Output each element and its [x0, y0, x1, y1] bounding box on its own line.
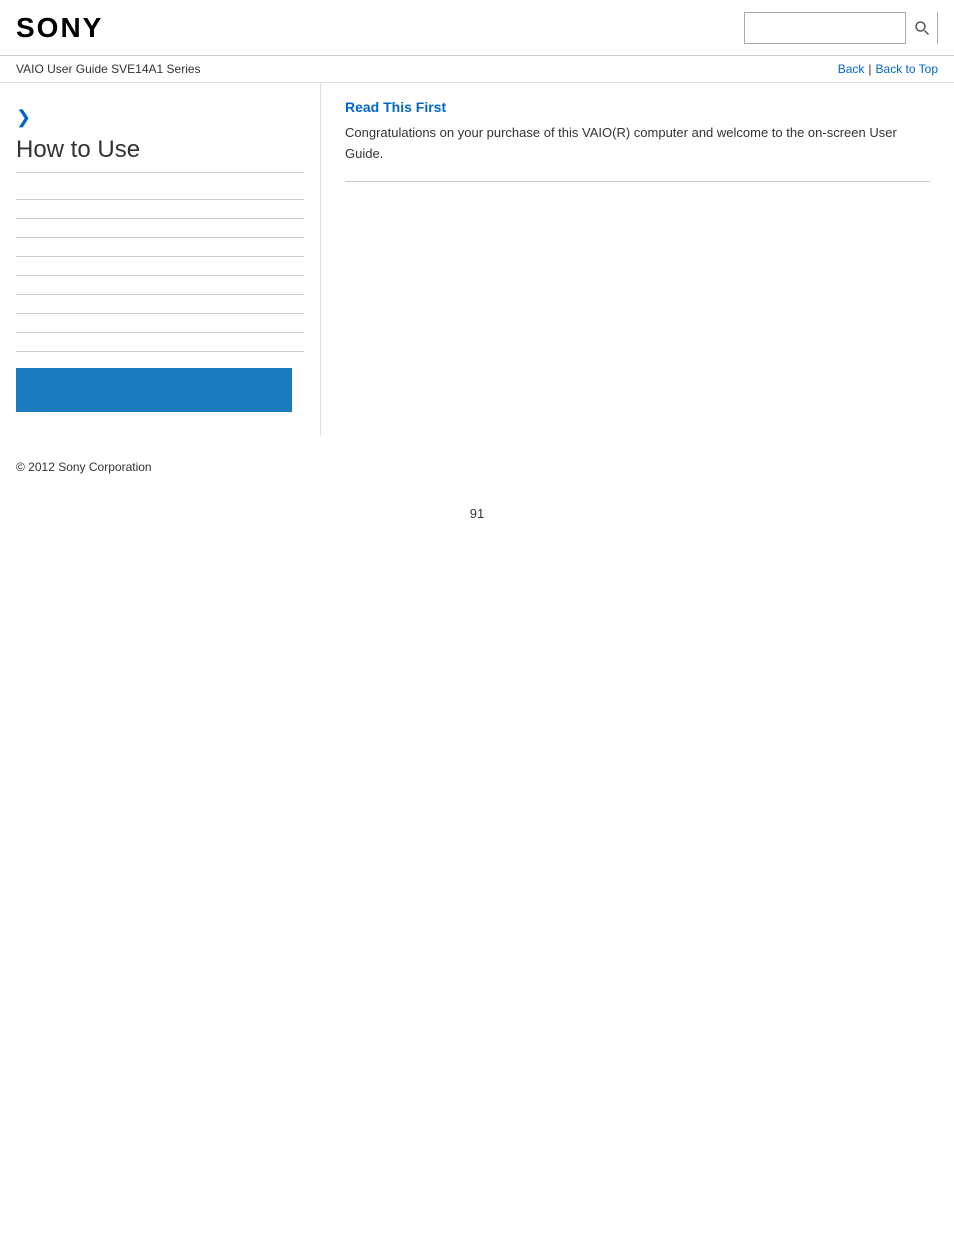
sidebar-nav-item[interactable] — [16, 181, 304, 200]
content-divider — [345, 181, 930, 182]
sidebar-nav-item[interactable] — [16, 333, 304, 352]
back-to-top-link[interactable]: Back to Top — [876, 62, 938, 76]
sidebar-nav-item[interactable] — [16, 276, 304, 295]
page-number: 91 — [0, 490, 954, 537]
sidebar-nav-item[interactable] — [16, 238, 304, 257]
copyright-text: © 2012 Sony Corporation — [16, 460, 152, 474]
chevron-icon: ❯ — [16, 107, 304, 128]
main-content: ❯ How to Use Read This First Congratulat… — [0, 83, 954, 436]
sidebar: ❯ How to Use — [0, 83, 320, 436]
search-box — [744, 12, 938, 44]
sidebar-nav-item[interactable] — [16, 257, 304, 276]
nav-links: Back | Back to Top — [838, 62, 938, 76]
sidebar-nav-item[interactable] — [16, 200, 304, 219]
sidebar-nav-list — [16, 181, 304, 352]
breadcrumb-bar: VAIO User Guide SVE14A1 Series Back | Ba… — [0, 56, 954, 83]
sidebar-nav-item[interactable] — [16, 219, 304, 238]
search-button[interactable] — [905, 12, 937, 44]
search-icon — [914, 20, 930, 36]
back-link[interactable]: Back — [838, 62, 865, 76]
search-input[interactable] — [745, 13, 905, 43]
read-this-first-link[interactable]: Read This First — [345, 99, 930, 115]
sony-logo: SONY — [16, 12, 103, 44]
guide-title: VAIO User Guide SVE14A1 Series — [16, 62, 201, 76]
content-description: Congratulations on your purchase of this… — [345, 123, 930, 165]
sidebar-nav-item[interactable] — [16, 314, 304, 333]
sidebar-title: How to Use — [16, 136, 304, 173]
content-panel: Read This First Congratulations on your … — [320, 83, 954, 436]
sidebar-nav-item[interactable] — [16, 295, 304, 314]
sidebar-blue-block[interactable] — [16, 368, 292, 412]
footer: © 2012 Sony Corporation — [0, 444, 954, 490]
nav-separator: | — [868, 62, 871, 76]
header: SONY — [0, 0, 954, 56]
header-right — [744, 12, 938, 44]
